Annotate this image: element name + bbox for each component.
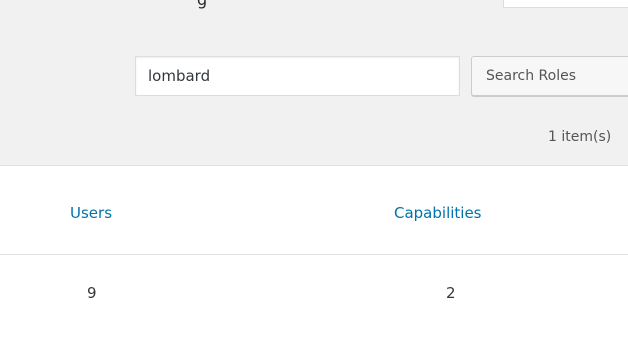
item-count: 1 item(s) bbox=[548, 129, 612, 145]
column-header-users[interactable]: Users bbox=[70, 204, 112, 222]
search-roles-button[interactable]: Search Roles bbox=[471, 56, 628, 96]
roles-table: Users Capabilities 9 2 bbox=[0, 165, 628, 350]
column-header-capabilities[interactable]: Capabilities bbox=[394, 204, 482, 222]
top-right-box[interactable] bbox=[503, 0, 628, 8]
table-row: 9 2 bbox=[0, 255, 628, 350]
search-input[interactable] bbox=[135, 56, 460, 96]
table-header: Users Capabilities bbox=[0, 166, 628, 255]
cell-capabilities-count: 2 bbox=[446, 284, 456, 302]
cell-users-count: 9 bbox=[87, 284, 97, 302]
top-strip: g bbox=[0, 0, 628, 16]
search-box: Search Roles bbox=[0, 56, 628, 96]
page-title: g bbox=[197, 0, 207, 9]
